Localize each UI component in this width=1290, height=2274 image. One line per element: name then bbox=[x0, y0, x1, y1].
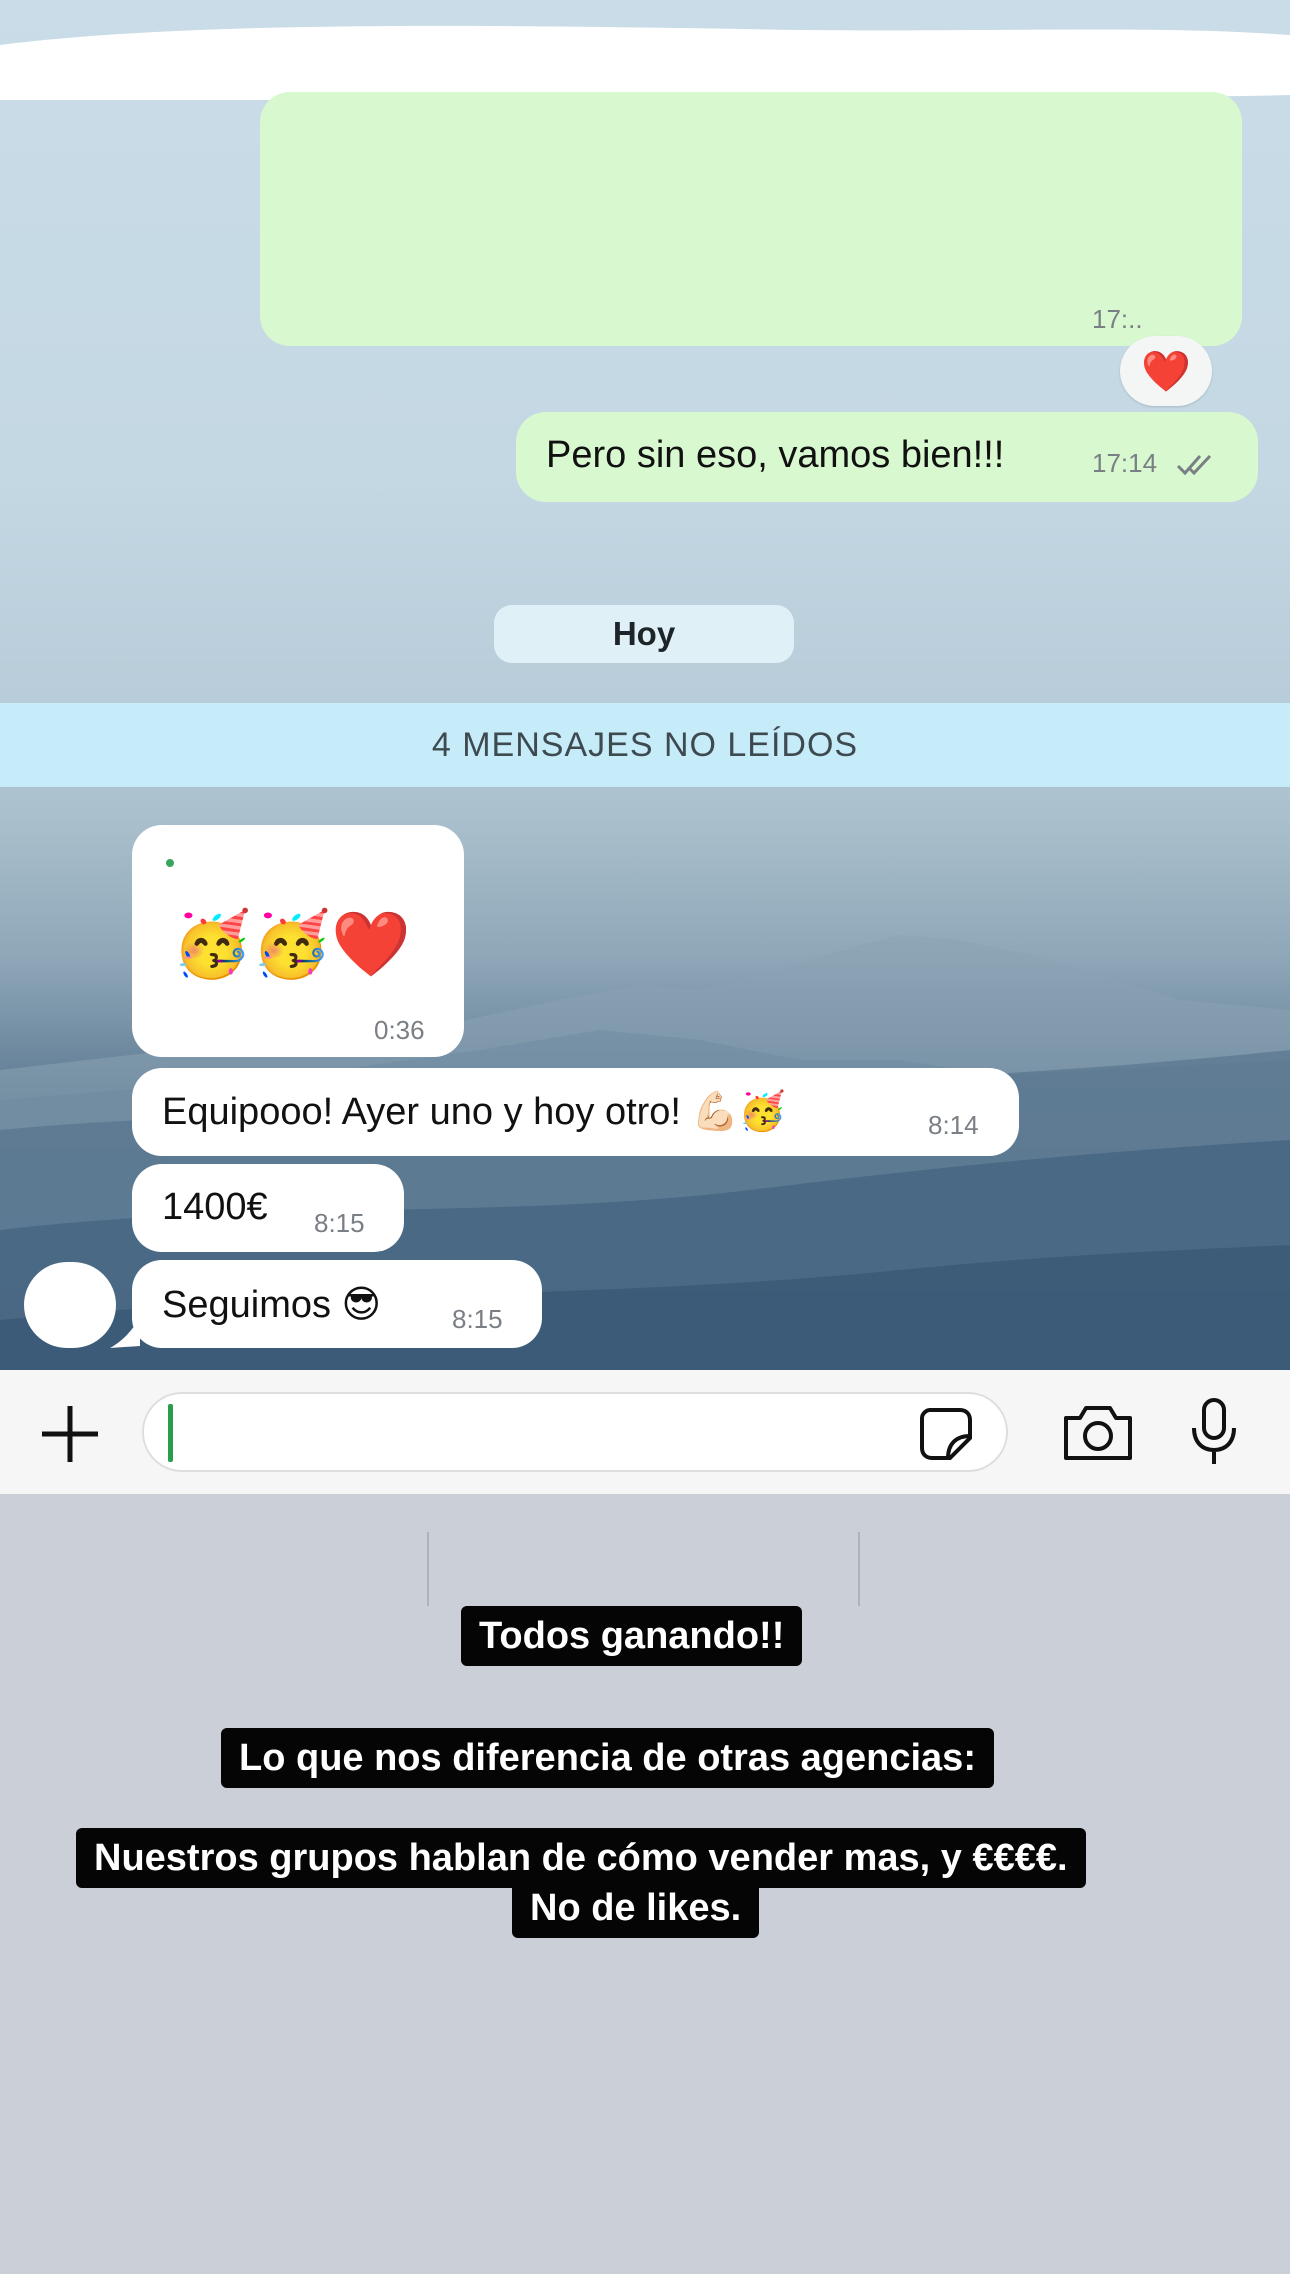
suggestion-divider bbox=[858, 1532, 860, 1606]
message-time: 17:14 bbox=[1092, 448, 1158, 478]
incoming-message[interactable]: Equipooo! Ayer uno y hoy otro! 💪🏻🥳 8:14 bbox=[132, 1068, 1019, 1156]
message-text: 🥳🥳❤️ bbox=[172, 908, 412, 980]
suggestion-divider bbox=[427, 1532, 429, 1606]
sticker-icon[interactable] bbox=[916, 1404, 976, 1464]
redaction-smear bbox=[0, 25, 1290, 100]
plus-icon[interactable] bbox=[38, 1402, 102, 1466]
message-text: Pero sin eso, vamos bien!!! bbox=[546, 434, 1005, 476]
microphone-icon[interactable] bbox=[1188, 1396, 1240, 1468]
message-text: 1400€ bbox=[162, 1186, 268, 1228]
message-text: Seguimos 😎 bbox=[162, 1284, 382, 1326]
text-caret bbox=[168, 1404, 173, 1462]
heart-reaction[interactable]: ❤️ bbox=[1120, 336, 1212, 406]
outgoing-message[interactable]: Pero sin eso, vamos bien!!! 17:14 bbox=[516, 412, 1258, 502]
double-check-icon bbox=[1176, 454, 1212, 476]
outgoing-message-redacted[interactable]: 17:.. bbox=[260, 92, 1242, 346]
incoming-message[interactable]: Seguimos 😎 8:15 bbox=[132, 1260, 542, 1348]
incoming-message[interactable]: 1400€ 8:15 bbox=[132, 1164, 404, 1252]
message-text: Equipooo! Ayer uno y hoy otro! 💪🏻🥳 bbox=[162, 1091, 787, 1133]
sender-dot bbox=[166, 859, 174, 867]
message-time: 0:36 bbox=[374, 1015, 425, 1045]
date-separator: Hoy bbox=[494, 605, 794, 663]
message-time: 8:15 bbox=[314, 1208, 365, 1238]
incoming-message-emoji[interactable]: 🥳🥳❤️ 0:36 bbox=[132, 825, 464, 1057]
message-time: 17:.. bbox=[1092, 304, 1143, 334]
message-time: 8:15 bbox=[452, 1304, 503, 1334]
caption-text: No de likes. bbox=[512, 1878, 760, 1938]
message-input[interactable] bbox=[142, 1392, 1008, 1472]
message-time: 8:14 bbox=[928, 1110, 979, 1140]
caption-text: Todos ganando!! bbox=[461, 1606, 803, 1666]
heart-icon: ❤️ bbox=[1141, 350, 1191, 394]
avatar[interactable] bbox=[24, 1262, 116, 1348]
unread-messages-banner: 4 MENSAJES NO LEÍDOS bbox=[0, 703, 1290, 787]
caption-text: Lo que nos diferencia de otras agencias: bbox=[221, 1728, 994, 1788]
camera-icon[interactable] bbox=[1060, 1400, 1136, 1464]
